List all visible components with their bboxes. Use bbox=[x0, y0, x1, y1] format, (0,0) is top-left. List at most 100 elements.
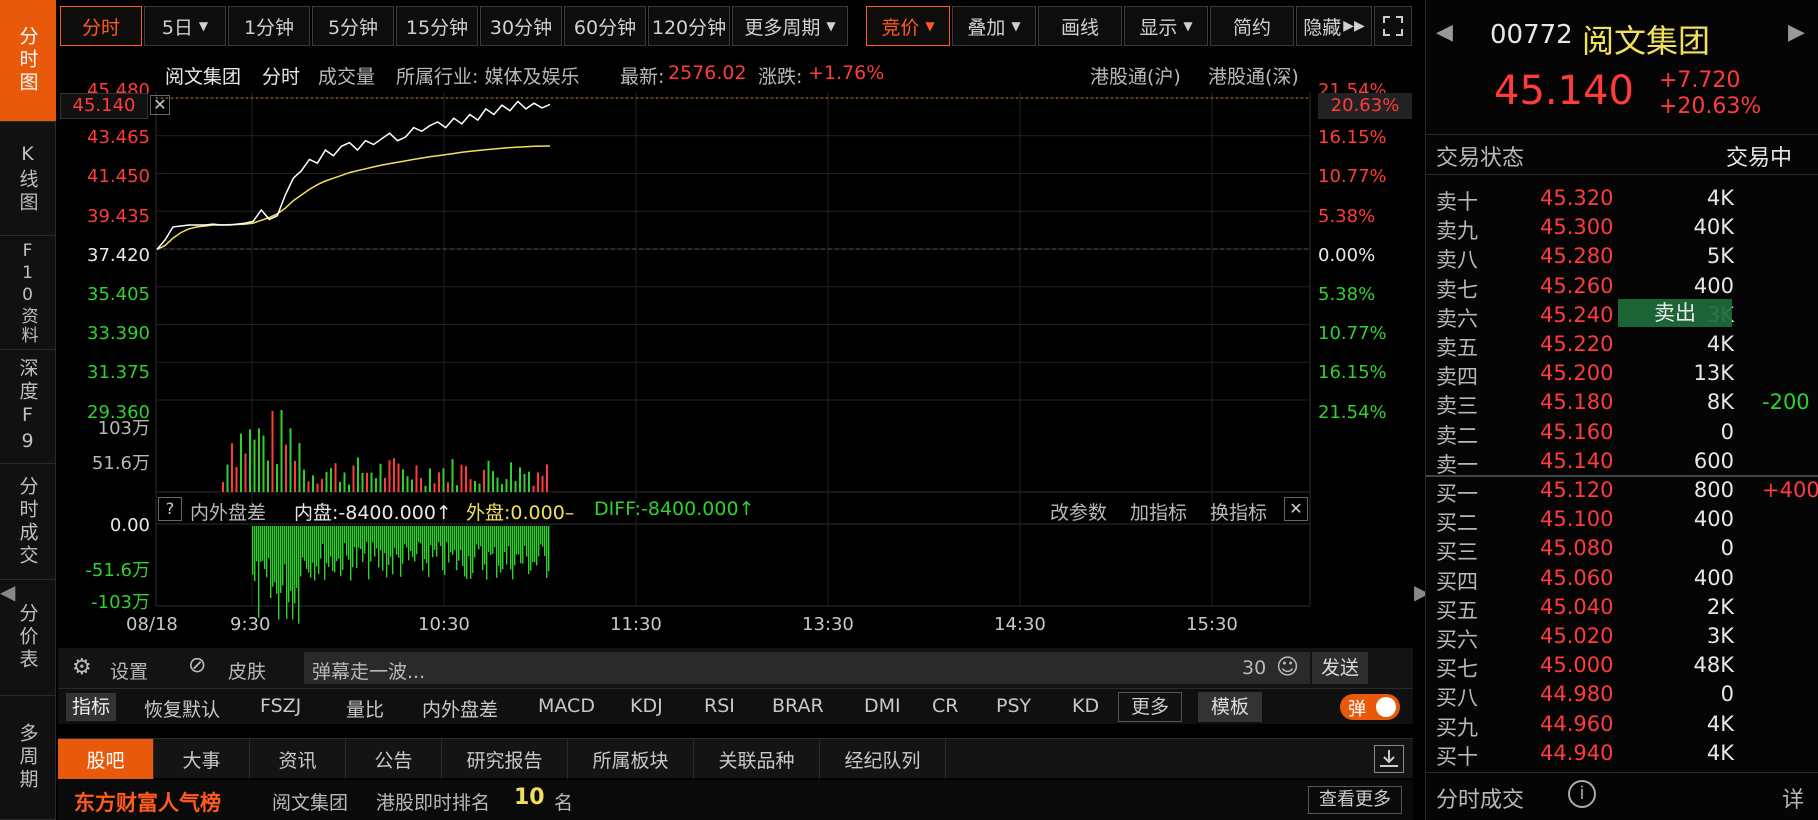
book-price[interactable]: 45.120 bbox=[1540, 478, 1613, 502]
x-label: 9:30 bbox=[230, 614, 271, 635]
indicator-volratio[interactable]: 量比 bbox=[346, 695, 384, 722]
volume-bar bbox=[528, 471, 530, 492]
volume-bar bbox=[343, 472, 346, 492]
tab-guba[interactable]: 股吧 bbox=[58, 739, 154, 779]
skin-button[interactable]: 皮肤 bbox=[228, 657, 266, 684]
book-volume: 4K bbox=[1706, 186, 1734, 210]
flow-bar bbox=[380, 526, 382, 551]
book-price[interactable]: 45.140 bbox=[1540, 449, 1613, 473]
average-price-line bbox=[156, 145, 551, 251]
detail-button[interactable]: 详 bbox=[1782, 782, 1804, 814]
price-change-pct: +20.63% bbox=[1659, 94, 1762, 119]
book-price[interactable]: 45.020 bbox=[1540, 624, 1613, 648]
tab-events[interactable]: 大事 bbox=[154, 739, 250, 779]
emoji-icon[interactable]: ☺ bbox=[1276, 655, 1299, 680]
volume-bar bbox=[226, 464, 229, 492]
cursor-pct-label: 20.63% bbox=[1318, 93, 1412, 119]
tab-related[interactable]: 关联品种 bbox=[694, 739, 820, 779]
volume-bar bbox=[519, 467, 521, 492]
intraday-chart[interactable] bbox=[0, 0, 1420, 650]
flow-axis-mid: -51.6万 bbox=[85, 560, 150, 581]
tab-broker-queue[interactable]: 经纪队列 bbox=[820, 739, 946, 779]
book-price[interactable]: 45.320 bbox=[1540, 186, 1613, 210]
indicator-fszj[interactable]: FSZJ bbox=[260, 695, 301, 717]
flow-bar bbox=[290, 526, 292, 591]
flow-bar bbox=[496, 526, 498, 578]
volume-bar bbox=[424, 485, 427, 492]
switch-indicator-button[interactable]: 换指标 bbox=[1210, 498, 1267, 525]
close-icon[interactable]: ✕ bbox=[1284, 497, 1308, 521]
modify-params-button[interactable]: 改参数 bbox=[1050, 498, 1107, 525]
book-price[interactable]: 44.960 bbox=[1540, 712, 1613, 736]
tab-news[interactable]: 资讯 bbox=[250, 739, 346, 779]
tab-research[interactable]: 研究报告 bbox=[442, 739, 568, 779]
info-icon[interactable]: i bbox=[1568, 780, 1596, 808]
book-price[interactable]: 45.200 bbox=[1540, 361, 1613, 385]
tab-sectors[interactable]: 所属板块 bbox=[568, 739, 694, 779]
indicator-dmi[interactable]: DMI bbox=[864, 695, 901, 717]
book-price[interactable]: 45.180 bbox=[1540, 390, 1613, 414]
flow-bar bbox=[486, 526, 488, 580]
book-price[interactable]: 45.260 bbox=[1540, 274, 1613, 298]
book-volume: 800 bbox=[1693, 478, 1734, 502]
volume-bar bbox=[222, 482, 224, 492]
book-level-label: 买四 bbox=[1436, 569, 1478, 594]
book-volume: 4K bbox=[1706, 740, 1734, 765]
book-price[interactable]: 45.160 bbox=[1540, 420, 1613, 444]
template-button[interactable]: 模板 bbox=[1198, 692, 1262, 722]
danmaku-input[interactable]: 弹幕走一波... 30 ☺ bbox=[304, 652, 1310, 684]
gear-icon[interactable]: ⚙ bbox=[72, 655, 92, 680]
flow-bar bbox=[292, 526, 294, 620]
flow-bar bbox=[542, 526, 544, 547]
view-more-button[interactable]: 查看更多 bbox=[1308, 786, 1402, 814]
help-icon[interactable]: ? bbox=[158, 497, 182, 521]
indicator-kdj[interactable]: KDJ bbox=[630, 695, 663, 717]
indicator-rsi[interactable]: RSI bbox=[704, 695, 735, 717]
close-icon[interactable]: ✕ bbox=[150, 95, 170, 115]
indicator-kd[interactable]: KD bbox=[1072, 695, 1099, 717]
skin-icon[interactable]: ⊘ bbox=[188, 653, 206, 678]
indicator-restore[interactable]: 恢复默认 bbox=[144, 695, 220, 722]
price-change: +7.720 bbox=[1659, 68, 1741, 93]
book-price[interactable]: 45.220 bbox=[1540, 332, 1613, 356]
book-price[interactable]: 45.040 bbox=[1540, 595, 1613, 619]
book-level-label: 买十 bbox=[1436, 744, 1478, 769]
flow-bar bbox=[528, 526, 530, 575]
book-price[interactable]: 45.300 bbox=[1540, 215, 1613, 239]
price-axis-label: 33.390 bbox=[87, 323, 150, 345]
indicator-psy[interactable]: PSY bbox=[996, 695, 1031, 717]
book-volume: 8K bbox=[1706, 390, 1734, 415]
settings-button[interactable]: 设置 bbox=[110, 657, 148, 684]
flow-bar bbox=[272, 526, 274, 587]
indicator-flow[interactable]: 内外盘差 bbox=[422, 695, 498, 722]
book-price[interactable]: 45.280 bbox=[1540, 244, 1613, 268]
indicator-label[interactable]: 指标 bbox=[66, 693, 116, 721]
danmaku-toggle[interactable]: 弹 bbox=[1340, 694, 1400, 720]
indicator-cr[interactable]: CR bbox=[932, 695, 958, 717]
download-icon[interactable] bbox=[1374, 745, 1404, 773]
flow-bar bbox=[406, 526, 408, 548]
tab-announcements[interactable]: 公告 bbox=[346, 739, 442, 779]
nav-multi-period[interactable]: 多周期 bbox=[0, 696, 56, 820]
book-price[interactable]: 44.940 bbox=[1540, 741, 1613, 765]
book-price[interactable]: 44.980 bbox=[1540, 682, 1613, 706]
collapse-left-icon[interactable]: ◀ bbox=[0, 580, 15, 604]
sell-button[interactable]: 卖出 bbox=[1618, 299, 1732, 327]
book-price[interactable]: 45.080 bbox=[1540, 536, 1613, 560]
indicator-macd[interactable]: MACD bbox=[538, 695, 595, 717]
price-axis-label: 39.435 bbox=[87, 205, 150, 227]
book-price[interactable]: 45.000 bbox=[1540, 653, 1613, 677]
send-button[interactable]: 发送 bbox=[1312, 652, 1368, 684]
flow-bar bbox=[346, 526, 348, 556]
flow-bar bbox=[422, 526, 424, 571]
flow-bar bbox=[288, 526, 290, 603]
more-indicators-button[interactable]: 更多 bbox=[1118, 692, 1182, 722]
indicator-brar[interactable]: BRAR bbox=[772, 695, 824, 717]
next-stock-icon[interactable]: ▶ bbox=[1788, 20, 1805, 45]
book-price[interactable]: 45.100 bbox=[1540, 507, 1613, 531]
bottom-tabs: 股吧 大事 资讯 公告 研究报告 所属板块 关联品种 经纪队列 bbox=[58, 738, 1413, 779]
prev-stock-icon[interactable]: ◀ bbox=[1436, 20, 1453, 45]
book-price[interactable]: 45.060 bbox=[1540, 566, 1613, 590]
book-price[interactable]: 45.240 bbox=[1540, 303, 1613, 327]
add-indicator-button[interactable]: 加指标 bbox=[1130, 498, 1187, 525]
